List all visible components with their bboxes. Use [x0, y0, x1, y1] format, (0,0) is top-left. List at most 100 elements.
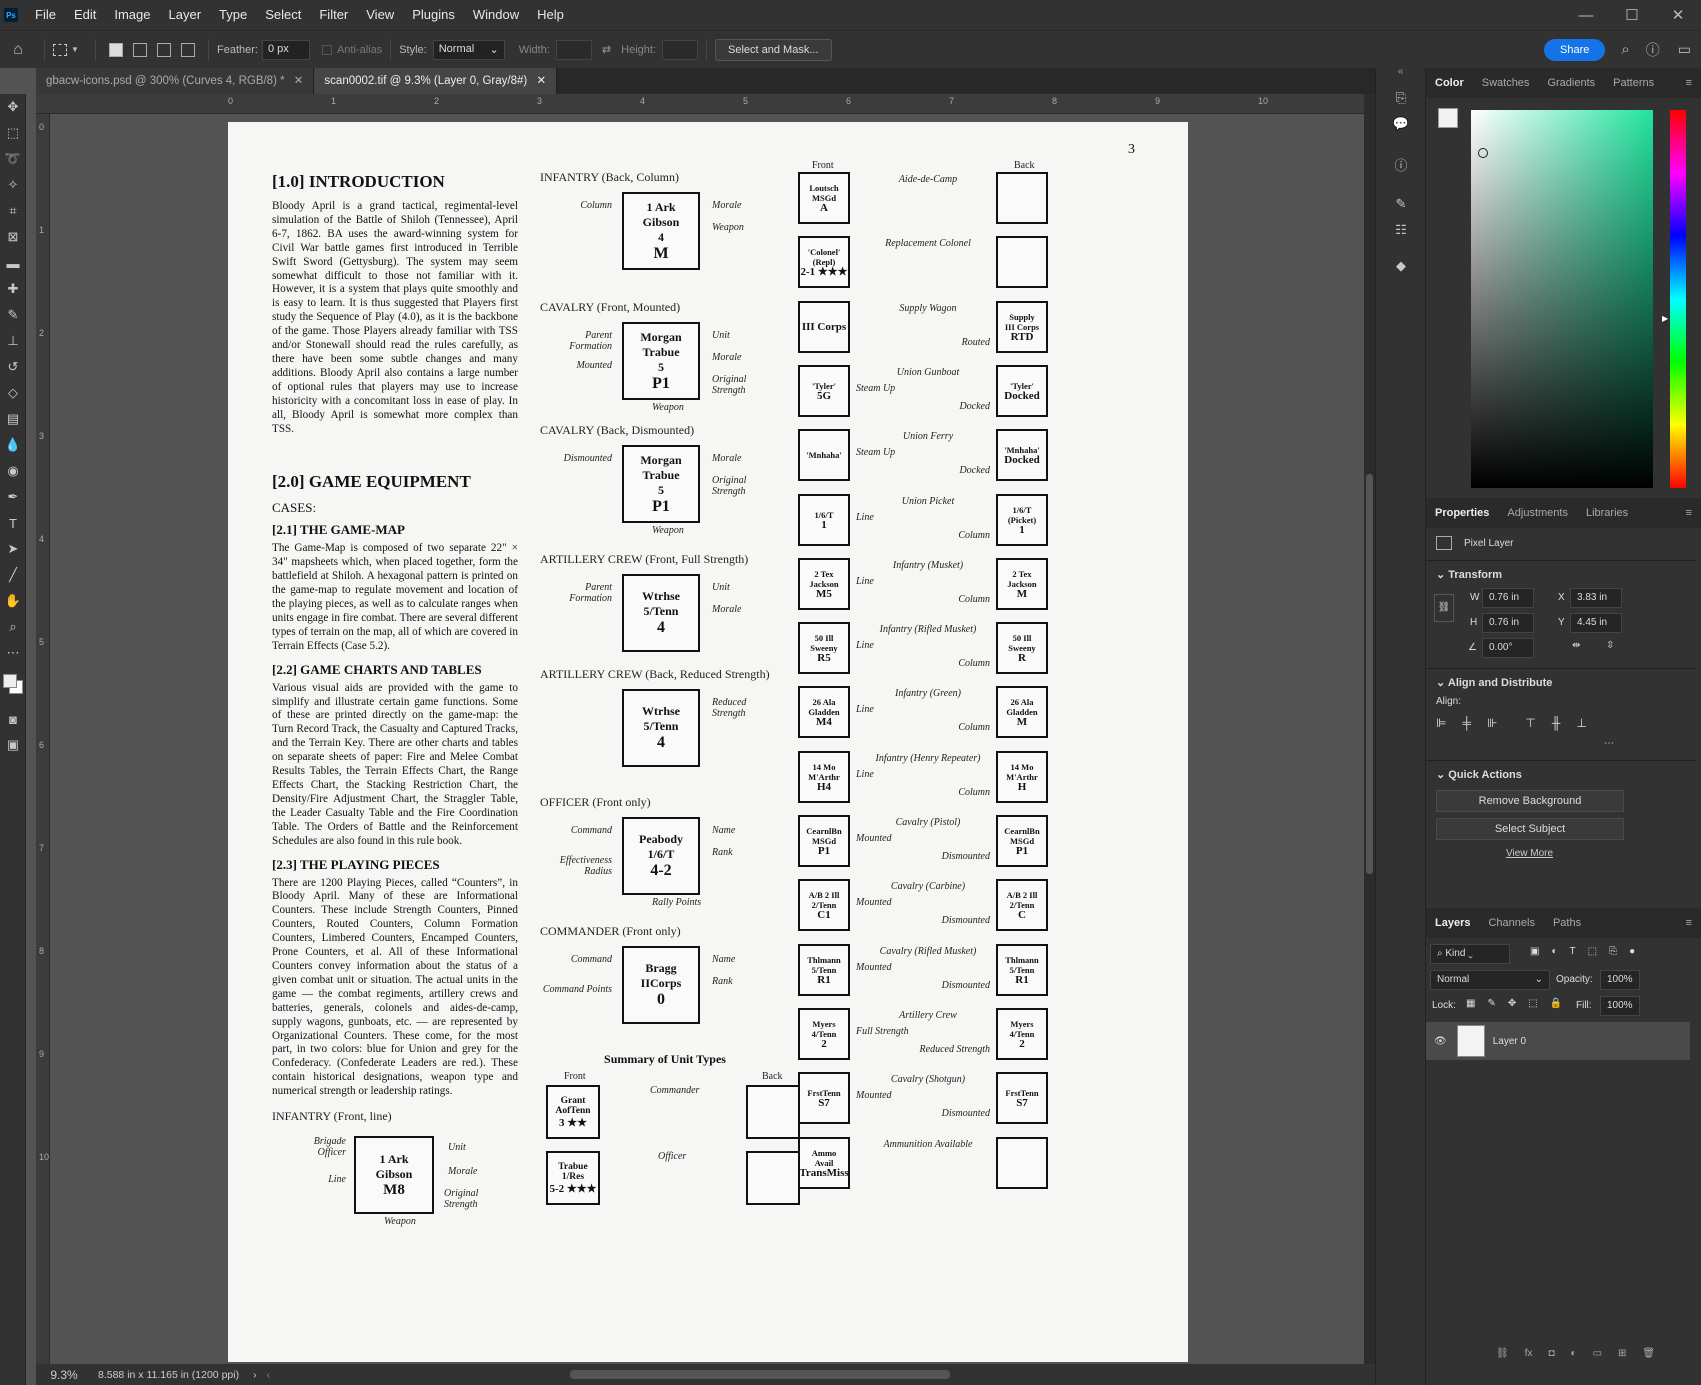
filter-adjustment-icon[interactable]: ◐	[1551, 946, 1557, 957]
filter-type-icon[interactable]: T	[1570, 946, 1576, 957]
tab-adjustments[interactable]: Adjustments	[1498, 498, 1577, 528]
canvas-area[interactable]: 3 [1.0] INTRODUCTION Bloody April is a g…	[50, 114, 1375, 1364]
align-center-icon[interactable]: ╪	[1462, 716, 1471, 730]
tab-patterns[interactable]: Patterns	[1604, 68, 1663, 98]
blend-mode-select[interactable]: Normal ⌄	[1430, 970, 1550, 990]
antialias-checkbox[interactable]	[321, 44, 332, 55]
kind-filter-select[interactable]: ⌕ Kind ⌄	[1430, 944, 1510, 964]
hand-tool-icon[interactable]: ✋	[0, 588, 26, 614]
align-bottom-icon[interactable]: ⊥	[1576, 716, 1586, 730]
lasso-tool-icon[interactable]: ➰	[0, 146, 26, 172]
opacity-field[interactable]: 100%	[1600, 970, 1640, 990]
dodge-tool-icon[interactable]: ◉	[0, 458, 26, 484]
tab-libraries[interactable]: Libraries	[1577, 498, 1637, 528]
menu-select[interactable]: Select	[256, 0, 310, 30]
close-tab-icon[interactable]: ✕	[294, 75, 304, 87]
flip-vertical-icon[interactable]: ⇳	[1606, 640, 1614, 651]
move-tool-icon[interactable]: ✥	[0, 94, 26, 120]
lock-artboard-icon[interactable]: ⬚	[1528, 998, 1537, 1009]
tab-swatches[interactable]: Swatches	[1473, 68, 1539, 98]
height-field[interactable]: 0.76 in	[1482, 613, 1534, 633]
crop-tool-icon[interactable]: ⌗	[0, 198, 26, 224]
menu-edit[interactable]: Edit	[65, 0, 105, 30]
gradient-tool-icon[interactable]: ▤	[0, 406, 26, 432]
y-field[interactable]: 4.45 in	[1570, 613, 1622, 633]
panel-menu-icon[interactable]: ≡	[1677, 908, 1701, 938]
menu-file[interactable]: File	[26, 0, 65, 30]
lock-all-icon[interactable]: 🔒	[1550, 998, 1562, 1009]
line-tool-icon[interactable]: ╱	[0, 562, 26, 588]
home-icon[interactable]: ⌂	[0, 41, 36, 59]
search-icon[interactable]: ⌕	[1621, 41, 1629, 58]
fill-field[interactable]: 100%	[1600, 996, 1640, 1016]
flip-horizontal-icon[interactable]: ⇹	[1572, 640, 1580, 651]
menu-window[interactable]: Window	[464, 0, 528, 30]
adjustments-icon[interactable]: ☷	[1376, 217, 1426, 243]
align-right-icon[interactable]: ⊪	[1487, 716, 1497, 730]
collapse-arrows-icon[interactable]: «	[1376, 66, 1425, 77]
foreground-swatch[interactable]	[1438, 108, 1458, 128]
visibility-eye-icon[interactable]: 👁	[1434, 1036, 1447, 1047]
add-selection-icon[interactable]	[133, 42, 147, 57]
hue-slider[interactable]	[1670, 110, 1686, 488]
marquee-tool-preset-icon[interactable]: ▼	[53, 43, 87, 56]
view-more-link[interactable]: View More	[1506, 848, 1553, 859]
color-field[interactable]	[1471, 110, 1653, 488]
feather-input[interactable]: 0 px	[261, 39, 310, 60]
screen-mode-icon[interactable]: ▣	[0, 732, 26, 758]
align-left-icon[interactable]: ⊫	[1436, 716, 1446, 730]
zoom-level[interactable]: 9.3%	[36, 1368, 92, 1382]
comments-icon[interactable]: 💬	[1376, 111, 1426, 137]
remove-background-button[interactable]: Remove Background	[1436, 790, 1624, 812]
quick-actions-header[interactable]: ⌄ Quick Actions	[1436, 768, 1522, 781]
share-button[interactable]: Share	[1544, 38, 1606, 61]
info-icon[interactable]: ⓘ	[1376, 151, 1426, 177]
more-options-icon[interactable]: ⋯	[1604, 738, 1614, 749]
plugin-icon[interactable]: ◆	[1376, 253, 1426, 279]
menu-view[interactable]: View	[357, 0, 403, 30]
brush-settings-icon[interactable]: ✎	[1376, 191, 1426, 217]
vertical-scrollbar[interactable]	[1364, 94, 1375, 1364]
tab-gradients[interactable]: Gradients	[1538, 68, 1604, 98]
filter-pixel-icon[interactable]: ▣	[1530, 946, 1539, 957]
more-tools-icon[interactable]: ⋯	[0, 640, 26, 666]
tab-scan0002[interactable]: scan0002.tif @ 9.3% (Layer 0, Gray/8#) ✕	[314, 68, 558, 94]
style-select[interactable]: Normal ⌄	[432, 39, 505, 60]
filter-toggle-icon[interactable]: ●	[1629, 946, 1635, 957]
chevron-right-icon[interactable]: ›	[253, 1369, 257, 1381]
foreground-color-swatch[interactable]	[3, 674, 17, 688]
select-and-mask-button[interactable]: Select and Mask...	[715, 38, 832, 61]
angle-field[interactable]: 0.00°	[1482, 638, 1534, 658]
menu-type[interactable]: Type	[210, 0, 256, 30]
layer-row[interactable]: 👁 Layer 0	[1426, 1022, 1690, 1060]
menu-plugins[interactable]: Plugins	[403, 0, 464, 30]
link-layers-icon[interactable]: ⛓	[1496, 1348, 1509, 1359]
menu-image[interactable]: Image	[105, 0, 159, 30]
workspace-icon[interactable]: ▭	[1678, 41, 1691, 58]
select-subject-button[interactable]: Select Subject	[1436, 818, 1624, 840]
color-swatches[interactable]	[0, 666, 25, 706]
zoom-tool-icon[interactable]: ⌕	[0, 614, 26, 640]
swap-icon[interactable]: ⇄	[602, 43, 611, 56]
lock-transparency-icon[interactable]: ▦	[1466, 998, 1475, 1009]
close-window-icon[interactable]: ✕	[1655, 6, 1701, 24]
color-picker-cursor[interactable]	[1478, 148, 1488, 158]
frame-tool-icon[interactable]: ⊠	[0, 224, 26, 250]
delete-layer-icon[interactable]: 🗑	[1642, 1348, 1655, 1359]
lock-pixels-icon[interactable]: ✎	[1487, 998, 1495, 1009]
horizontal-scrollbar-thumb[interactable]	[570, 1370, 951, 1379]
align-middle-icon[interactable]: ╫	[1552, 716, 1561, 730]
tab-paths[interactable]: Paths	[1544, 908, 1590, 938]
transform-header[interactable]: ⌄ Transform	[1436, 568, 1502, 581]
width-input[interactable]	[555, 39, 592, 60]
blur-tool-icon[interactable]: 💧	[0, 432, 26, 458]
group-icon[interactable]: ▭	[1593, 1348, 1602, 1359]
filter-smart-object-icon[interactable]: ⎘	[1609, 946, 1617, 957]
new-selection-icon[interactable]	[109, 42, 123, 57]
menu-help[interactable]: Help	[528, 0, 573, 30]
chevron-left-icon[interactable]: ‹	[267, 1369, 271, 1381]
history-brush-icon[interactable]: ↺	[0, 354, 26, 380]
filter-shape-icon[interactable]: ⬚	[1588, 946, 1597, 957]
lock-position-icon[interactable]: ✥	[1508, 998, 1516, 1009]
minimize-icon[interactable]: —	[1563, 7, 1609, 24]
